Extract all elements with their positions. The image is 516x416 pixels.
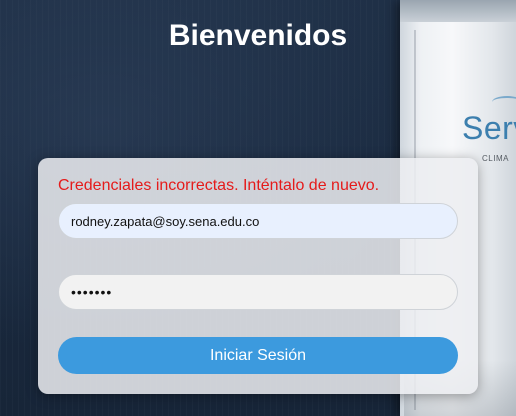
- background-brand-subtext: CLIMA: [482, 154, 509, 163]
- page-title: Bienvenidos: [168, 19, 348, 52]
- password-input[interactable]: [58, 274, 458, 310]
- background-brand-text: Serv: [462, 110, 516, 146]
- title-container: Bienvenidos: [0, 19, 516, 53]
- login-form: Credenciales incorrectas. Inténtalo de n…: [38, 158, 478, 394]
- email-input[interactable]: [58, 203, 458, 239]
- error-message: Credenciales incorrectas. Inténtalo de n…: [58, 177, 380, 194]
- login-button[interactable]: Iniciar Sesión: [58, 337, 458, 374]
- brand-swoosh-icon: [492, 96, 516, 108]
